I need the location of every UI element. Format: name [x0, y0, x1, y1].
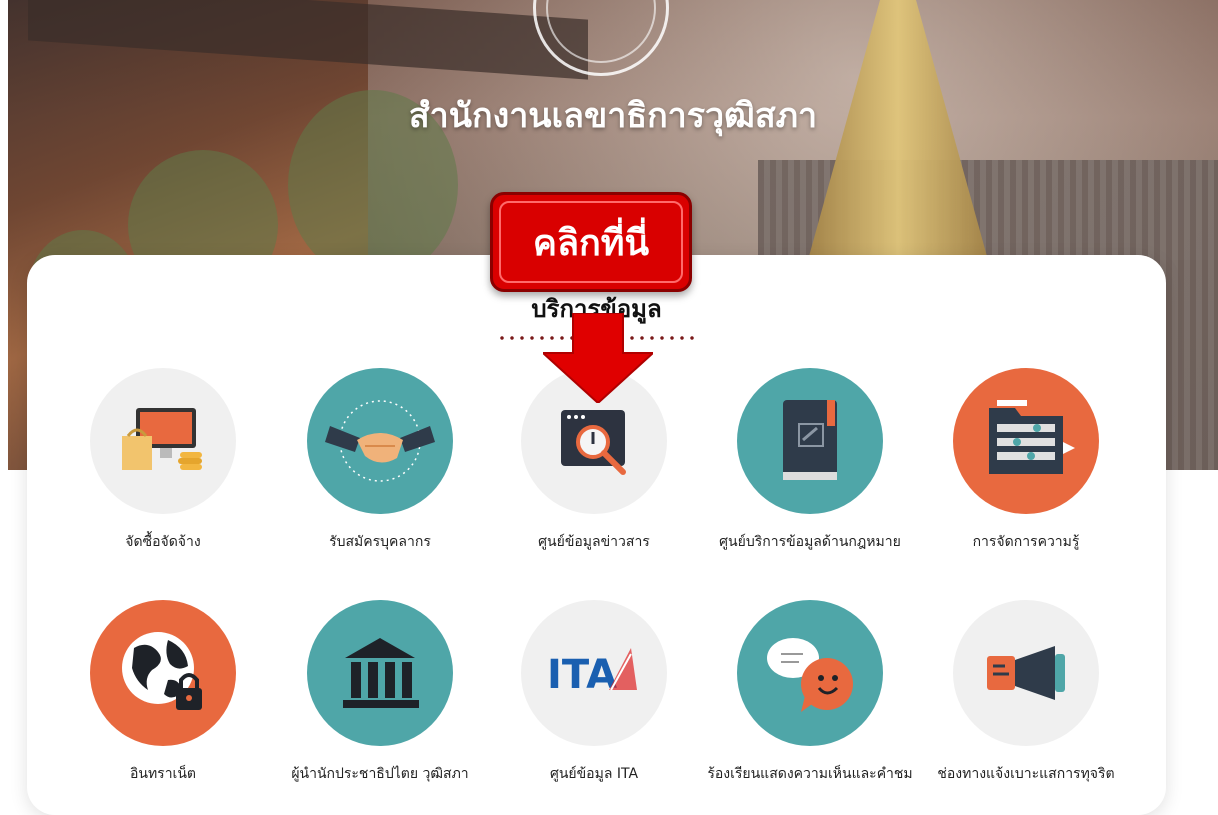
service-ita[interactable]: ITA ศูนย์ข้อมูล ITA	[484, 600, 704, 785]
service-law-center[interactable]: ศูนย์บริการข้อมูลด้านกฎหมาย	[700, 368, 920, 553]
service-icon-circle: ITA	[521, 600, 667, 746]
service-label: ช่องทางแจ้งเบาะแสการทุจริต	[937, 766, 1115, 782]
service-label: อินทราเน็ต	[129, 766, 197, 782]
chat-smile-icon	[767, 638, 853, 712]
callout-text: คลิกที่นี่	[532, 222, 650, 264]
law-book-icon	[783, 400, 837, 480]
service-icon-circle	[953, 600, 1099, 746]
service-label: จัดซื้อจัดจ้าง	[125, 534, 201, 550]
service-democracy-leaders[interactable]: ผู้นำนักประชาธิปไตย วุฒิสภา	[270, 600, 490, 785]
service-icon-circle	[307, 368, 453, 514]
service-icon-circle	[90, 368, 236, 514]
ita-logo-icon: ITA	[547, 648, 637, 698]
globe-lock-icon	[122, 632, 202, 710]
service-feedback[interactable]: ร้องเรียนแสดงความเห็นและคำชม	[700, 600, 920, 785]
service-label: ศูนย์ข้อมูลข่าวสาร	[538, 534, 650, 550]
down-arrow-icon	[543, 313, 653, 403]
click-here-callout: คลิกที่นี่	[490, 192, 692, 292]
service-icon-circle	[737, 600, 883, 746]
ita-logo-text: ITA	[547, 652, 617, 698]
service-intranet[interactable]: อินทราเน็ต	[53, 600, 273, 785]
service-label: ศูนย์บริการข้อมูลด้านกฎหมาย	[719, 534, 901, 550]
handshake-icon	[325, 400, 435, 482]
service-icon-circle	[307, 600, 453, 746]
building-pillars-icon	[343, 638, 419, 708]
service-recruitment[interactable]: รับสมัครบุคลากร	[270, 368, 490, 553]
service-icon-circle	[737, 368, 883, 514]
service-procurement[interactable]: จัดซื้อจัดจ้าง	[53, 368, 273, 553]
service-label: ศูนย์ข้อมูล ITA	[549, 766, 639, 782]
service-label: การจัดการความรู้	[972, 534, 1080, 550]
service-label: ร้องเรียนแสดงความเห็นและคำชม	[707, 766, 913, 782]
page-title: สำนักงานเลขาธิการวุฒิสภา	[408, 96, 818, 136]
service-icon-circle	[90, 600, 236, 746]
service-icon-circle	[953, 368, 1099, 514]
service-label: ผู้นำนักประชาธิปไตย วุฒิสภา	[291, 766, 469, 782]
procurement-icon	[122, 408, 202, 470]
service-corruption-report[interactable]: ช่องทางแจ้งเบาะแสการทุจริต	[916, 600, 1136, 785]
service-knowledge[interactable]: การจัดการความรู้	[916, 368, 1136, 553]
service-label: รับสมัครบุคลากร	[329, 534, 431, 550]
megaphone-icon	[987, 646, 1065, 700]
folder-icon	[989, 400, 1075, 474]
